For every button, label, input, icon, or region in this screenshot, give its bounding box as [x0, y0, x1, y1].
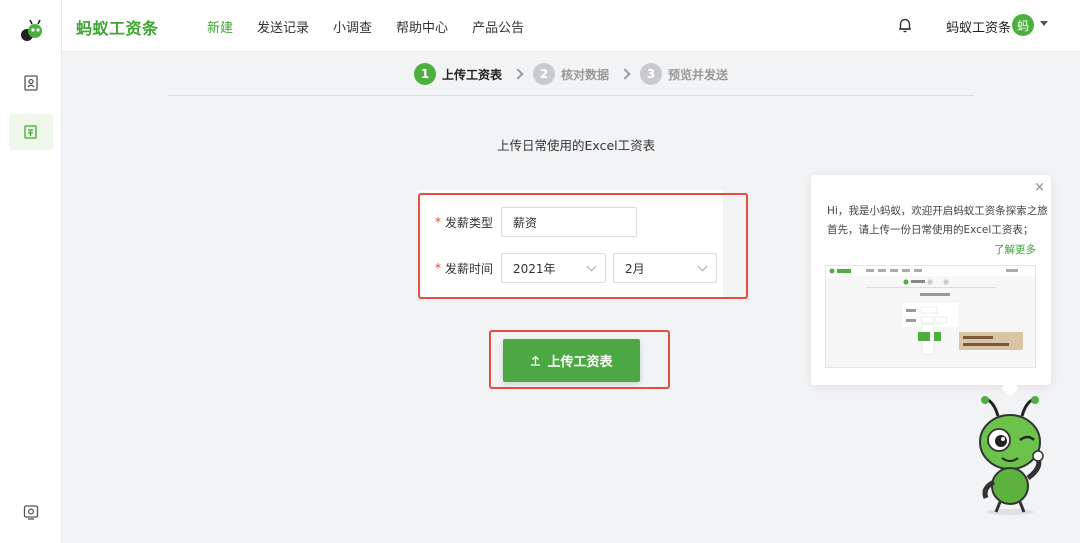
sidebar-item-settings[interactable]: [9, 494, 53, 530]
guide-greeting: Hi，我是小蚂蚁，欢迎开启蚂蚁工资条探索之旅: [827, 205, 1048, 217]
address-book-icon: [24, 75, 38, 91]
chevron-right-icon: [619, 68, 631, 80]
bell-icon[interactable]: [896, 16, 914, 34]
learn-more-link[interactable]: 了解更多: [994, 242, 1036, 257]
user-name[interactable]: 蚂蚁工资条: [946, 17, 1011, 36]
top-header: 蚂蚁工资条 新建 发送记录 小调查 帮助中心 产品公告 蚂蚁工资条 蚂: [62, 0, 1080, 52]
chevron-down-icon[interactable]: [1040, 21, 1048, 26]
preview-screenshot-image: [826, 266, 1035, 355]
highlight-box-form: [418, 193, 748, 299]
step-label: 预览并发送: [668, 67, 729, 82]
onboarding-guide: × Hi，我是小蚂蚁，欢迎开启蚂蚁工资条探索之旅 首先，请上传一份日常使用的Ex…: [811, 175, 1051, 385]
ant-logo-icon[interactable]: [18, 18, 46, 46]
nav-item-announcements[interactable]: 产品公告: [472, 17, 524, 36]
step-label: 核对数据: [561, 67, 610, 82]
page-subtitle: 上传日常使用的Excel工资表: [497, 138, 656, 153]
sidebar: [0, 0, 62, 543]
brand-title[interactable]: 蚂蚁工资条: [76, 15, 159, 39]
upload-button-label: 上传工资表: [547, 355, 613, 370]
step-verify: 2 核对数据: [533, 63, 609, 85]
step-number: 1: [414, 63, 436, 85]
step-upload: 1 上传工资表: [414, 63, 502, 85]
nav-item-new[interactable]: 新建: [207, 17, 233, 36]
stepper-divider: [168, 95, 974, 96]
upload-icon: [531, 355, 541, 366]
payslip-icon: [24, 125, 37, 139]
upload-payroll-button[interactable]: 上传工资表: [503, 339, 640, 382]
close-icon[interactable]: ×: [1034, 180, 1045, 195]
step-preview-send: 3 预览并发送: [640, 63, 728, 85]
guide-instruction: 首先，请上传一份日常使用的Excel工资表；: [827, 224, 1034, 236]
sidebar-item-contacts[interactable]: [9, 65, 53, 101]
sidebar-item-payslip[interactable]: [9, 114, 53, 150]
avatar[interactable]: 蚂: [1012, 14, 1034, 36]
nav-item-send-records[interactable]: 发送记录: [257, 17, 309, 36]
stepper: 1 上传工资表 2 核对数据 3 预览并发送: [414, 63, 728, 85]
step-number: 2: [533, 63, 556, 85]
chevron-right-icon: [512, 68, 524, 80]
step-label: 上传工资表: [442, 67, 503, 82]
guide-preview-image: [825, 265, 1036, 368]
ant-mascot-image: [979, 396, 1044, 515]
step-number: 3: [640, 63, 663, 85]
nav-item-help[interactable]: 帮助中心: [396, 17, 448, 36]
nav-item-survey[interactable]: 小调查: [333, 17, 372, 36]
settings-icon: [23, 505, 39, 520]
main-nav: 新建 发送记录 小调查 帮助中心 产品公告: [207, 17, 524, 36]
